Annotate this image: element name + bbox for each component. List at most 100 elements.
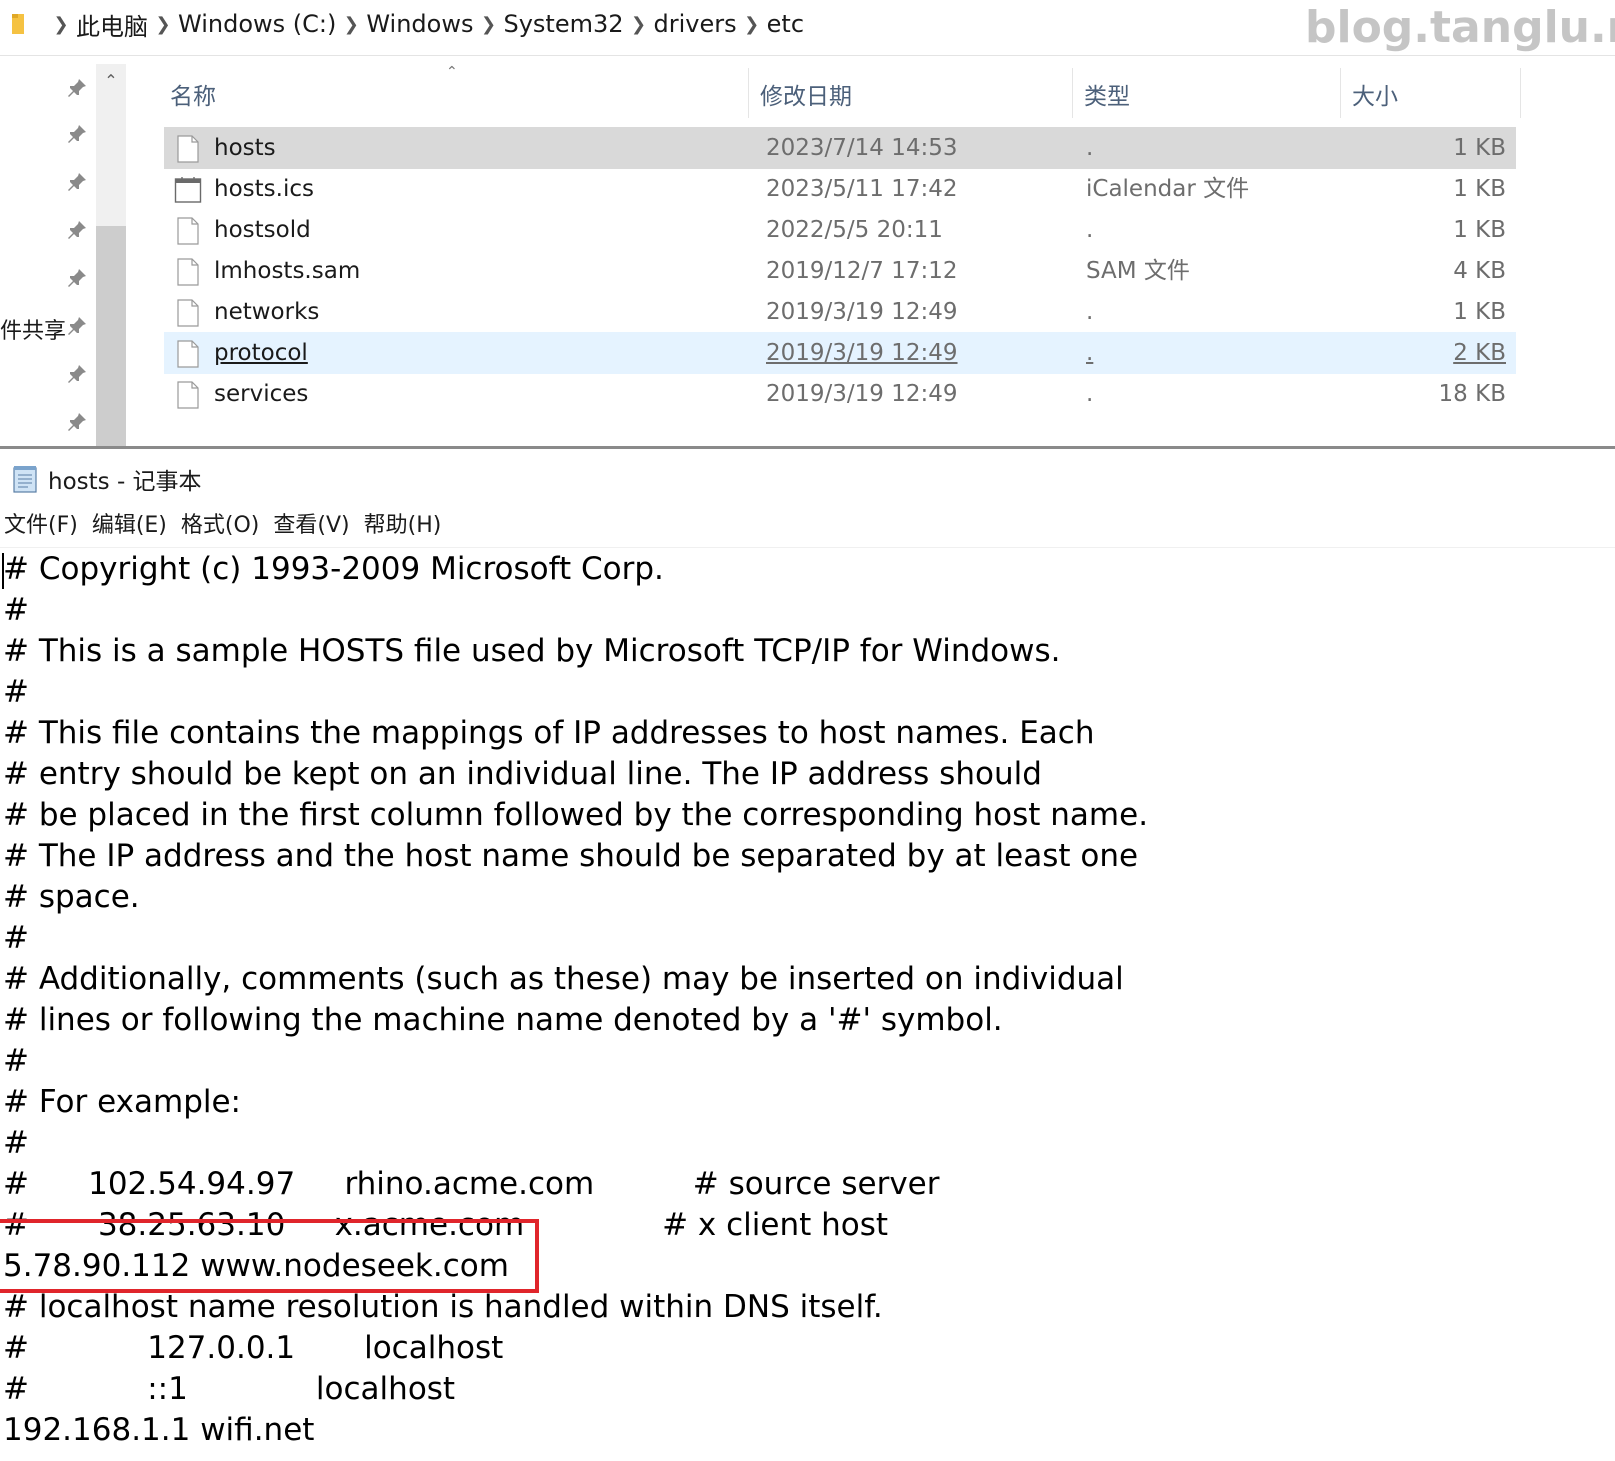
nav-item-label[interactable]: 件共享 [0,313,66,345]
file-date: 2019/3/19 12:49 [766,299,958,325]
file-row-hostsold[interactable]: hostsold 2022/5/5 20:11 . 1 KB [164,209,1516,251]
file-row-hosts-ics[interactable]: hosts.ics 2023/5/11 17:42 iCalendar 文件 1… [164,168,1516,210]
breadcrumb-item-drive-c[interactable]: Windows (C:) [178,10,336,38]
text-line: # This file contains the mappings of IP … [3,715,1095,751]
column-header-type[interactable]: 类型 [1084,72,1130,122]
file-size: 1 KB [1453,135,1506,161]
column-divider[interactable] [1520,68,1521,118]
window-title: hosts - 记事本 [48,469,202,495]
file-row-hosts[interactable]: hosts 2023/7/14 14:53 . 1 KB [164,127,1516,169]
file-date: 2019/3/19 12:49 [766,340,958,366]
pin-icon[interactable] [65,314,89,338]
file-date: 2023/7/14 14:53 [766,135,958,161]
file-type: . [1086,217,1094,243]
column-divider[interactable] [748,68,749,118]
column-divider[interactable] [1072,68,1073,118]
text-line: # be placed in the first column followed… [3,797,1149,833]
column-header-name[interactable]: 名称 [170,72,216,122]
file-type: . [1086,135,1094,161]
notepad-window: hosts - 记事本 文件(F) 编辑(E) 格式(O) 查看(V) 帮助(H… [0,449,1615,1461]
menu-view[interactable]: 查看(V) [273,509,349,543]
menu-bar: 文件(F) 编辑(E) 格式(O) 查看(V) 帮助(H) [4,509,455,543]
file-size: 1 KB [1453,217,1506,243]
pin-icon[interactable] [65,76,89,100]
text-line: # [3,1125,29,1161]
chevron-right-icon[interactable]: ❯ [336,14,366,35]
menu-format[interactable]: 格式(O) [181,509,259,543]
file-name: hosts [214,135,276,161]
file-date: 2019/3/19 12:49 [766,381,958,407]
text-line: # lines or following the machine name de… [3,1002,1003,1038]
column-divider[interactable] [1340,68,1341,118]
file-type: SAM 文件 [1086,258,1190,284]
text-line: # localhost name resolution is handled w… [3,1289,883,1325]
file-name: lmhosts.sam [214,258,361,284]
text-line: # ::1 localhost [3,1371,456,1407]
file-type: . [1086,299,1094,325]
text-line: # [3,592,29,628]
file-list: ⌃ 名称 修改日期 类型 大小 hosts 2023/7/14 14:53 . … [126,64,1615,448]
menu-file[interactable]: 文件(F) [4,509,78,543]
breadcrumb-item-etc[interactable]: etc [767,10,804,38]
file-type: iCalendar 文件 [1086,176,1250,202]
pin-icon[interactable] [65,362,89,386]
text-line: # entry should be kept on an individual … [3,756,1042,792]
nav-scrollbar-thumb[interactable] [96,226,126,448]
chevron-right-icon[interactable]: ❯ [473,14,503,35]
pin-icon[interactable] [65,410,89,434]
notepad-title-bar[interactable]: hosts - 记事本 [10,461,202,497]
text-line: # 127.0.0.1 localhost [3,1330,504,1366]
file-size: 1 KB [1453,299,1506,325]
menu-edit[interactable]: 编辑(E) [92,509,167,543]
file-explorer-window: ❯ 此电脑 ❯ Windows (C:) ❯ Windows ❯ System3… [0,0,1615,449]
breadcrumb-item-this-pc[interactable]: 此电脑 [76,7,148,42]
pin-icon[interactable] [65,170,89,194]
text-line: # [3,920,29,956]
chevron-right-icon[interactable]: ❯ [624,14,654,35]
column-header-date[interactable]: 修改日期 [760,72,852,122]
file-row-lmhosts-sam[interactable]: lmhosts.sam 2019/12/7 17:12 SAM 文件 4 KB [164,250,1516,292]
text-line: # The IP address and the host name shoul… [3,838,1139,874]
file-icon [177,299,199,327]
breadcrumb-item-windows[interactable]: Windows [366,10,473,38]
file-date: 2023/5/11 17:42 [766,176,958,202]
column-header-size[interactable]: 大小 [1352,72,1398,122]
text-line: # 102.54.94.97 rhino.acme.com # source s… [3,1166,940,1202]
chevron-right-icon[interactable]: ❯ [737,14,767,35]
chevron-right-icon[interactable]: ❯ [46,14,76,35]
folder-icon [12,14,24,34]
file-row-networks[interactable]: networks 2019/3/19 12:49 . 1 KB [164,291,1516,333]
watermark-text: blog.tanglu.me [1305,2,1615,53]
file-name: hostsold [214,217,311,243]
file-icon [177,135,199,163]
pin-icon[interactable] [65,122,89,146]
file-size: 1 KB [1453,176,1506,202]
pin-icon[interactable] [65,218,89,242]
text-line: # This is a sample HOSTS file used by Mi… [3,633,1061,669]
file-row-services[interactable]: services 2019/3/19 12:49 . 18 KB [164,373,1516,415]
file-type: . [1086,340,1094,366]
chevron-right-icon[interactable]: ❯ [148,14,178,35]
breadcrumb-item-system32[interactable]: System32 [503,10,623,38]
file-type: . [1086,381,1094,407]
file-row-protocol[interactable]: protocol 2019/3/19 12:49 . 2 KB [164,332,1516,374]
text-editor-area[interactable]: # Copyright (c) 1993-2009 Microsoft Corp… [3,549,1603,1451]
notepad-icon [13,466,37,493]
file-icon [177,258,199,286]
text-line: # Additionally, comments (such as these)… [3,961,1124,997]
scroll-up-arrow-icon[interactable]: ⌃ [100,70,122,92]
breadcrumb-item-drivers[interactable]: drivers [654,10,737,38]
file-size: 18 KB [1438,381,1506,407]
file-size: 2 KB [1453,340,1506,366]
text-line: # [3,1043,29,1079]
file-size: 4 KB [1453,258,1506,284]
menu-help[interactable]: 帮助(H) [364,509,442,543]
file-date: 2019/12/7 17:12 [766,258,958,284]
address-bar[interactable]: ❯ 此电脑 ❯ Windows (C:) ❯ Windows ❯ System3… [0,0,1615,56]
text-line: # For example: [3,1084,241,1120]
text-line: # [3,674,29,710]
pin-icon[interactable] [65,266,89,290]
file-name: services [214,381,309,407]
file-name: hosts.ics [214,176,314,202]
file-icon [177,381,199,409]
